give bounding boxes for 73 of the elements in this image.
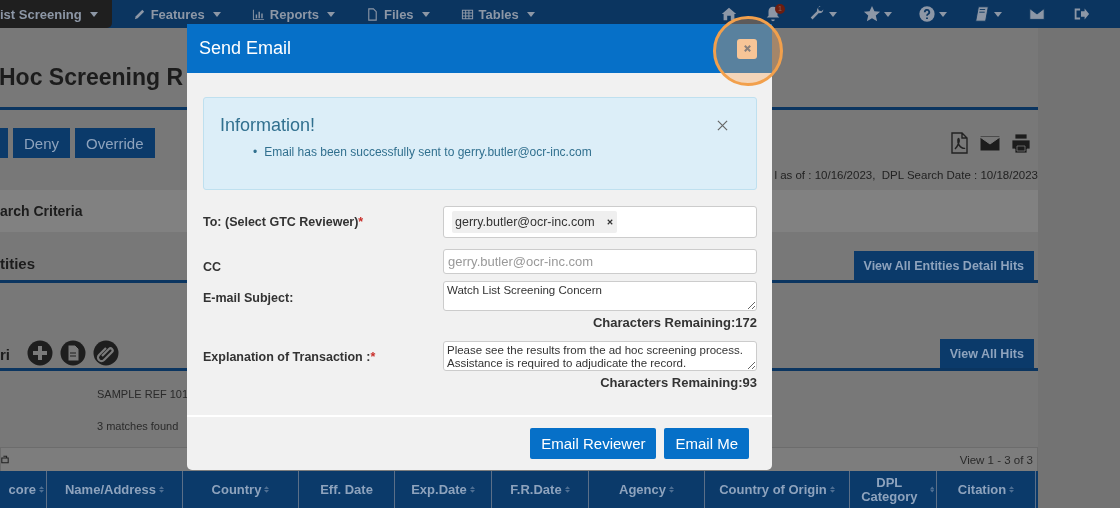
- pdf-icon[interactable]: [948, 132, 970, 154]
- bullet: •: [253, 145, 258, 160]
- file-icon: [365, 7, 379, 21]
- sort-icon[interactable]: [669, 486, 674, 493]
- column-header[interactable]: Country: [183, 471, 299, 508]
- nav-menu[interactable]: Reports: [234, 0, 349, 28]
- column-header[interactable]: core: [0, 471, 47, 508]
- column-header[interactable]: Agency: [589, 471, 705, 508]
- alert-message: Email has been successfully sent to gerry.butler@ocr-inc.com: [264, 145, 592, 160]
- table-tool-icon[interactable]: [1, 455, 9, 464]
- help-icon[interactable]: [918, 5, 947, 23]
- view-all-hits-button[interactable]: View All Hits: [939, 339, 1034, 368]
- section-heading: arch Criteria: [0, 203, 83, 219]
- nav-menu[interactable]: Features: [115, 0, 235, 28]
- close-icon: [742, 44, 752, 53]
- field-label: To: (Select GTC Reviewer): [203, 215, 359, 229]
- star-icon[interactable]: [863, 5, 892, 23]
- print-icon[interactable]: [1010, 132, 1032, 154]
- sort-icon[interactable]: [469, 486, 475, 493]
- required-mark: *: [358, 215, 364, 229]
- sort-icon[interactable]: [829, 486, 835, 493]
- add-icon[interactable]: [27, 340, 53, 366]
- text-area[interactable]: Watch List Screening Concern: [443, 281, 757, 311]
- section-heading: ri: [0, 345, 11, 363]
- home-icon[interactable]: [720, 5, 738, 23]
- table-icon: [460, 7, 474, 21]
- search-dates: l as of : 10/16/2023, DPL Search Date : 10/18/2023: [773, 168, 1038, 182]
- reference-text: SAMPLE REF 101: [96, 387, 190, 401]
- action-button[interactable]: Deny: [13, 128, 71, 158]
- column-header[interactable]: Country of Origin: [705, 471, 850, 508]
- required-mark: *: [370, 350, 376, 366]
- book-icon[interactable]: [973, 5, 1002, 23]
- paperclip-icon[interactable]: [93, 340, 119, 366]
- column-header[interactable]: Exp.Date: [395, 471, 492, 508]
- action-button[interactable]: Override: [75, 128, 155, 158]
- sort-icon[interactable]: [159, 486, 164, 493]
- recipient-chip: gerry.butler@ocr-inc.com: [452, 211, 617, 233]
- column-header[interactable]: Eff. Date: [299, 471, 395, 508]
- characters-remaining: Characters Remaining:172: [593, 315, 757, 330]
- text-area[interactable]: Please see the results from the ad hoc screening process. Assistance is required to adjudicate the record.: [443, 341, 757, 371]
- nav-menu[interactable]: Files: [348, 0, 444, 28]
- field-label: Explanation of Transaction :: [203, 350, 371, 366]
- close-button[interactable]: [737, 38, 757, 59]
- view-detail-hits-button[interactable]: View All Entities Detail Hits: [853, 251, 1034, 280]
- sort-icon[interactable]: [264, 486, 270, 493]
- alert-title: Information!: [220, 115, 316, 136]
- close-icon[interactable]: [717, 120, 728, 131]
- pager-text: View 1 - 3 of 3: [959, 453, 1033, 466]
- pencil-icon: [132, 7, 146, 21]
- email-button[interactable]: Email Me: [664, 428, 749, 459]
- email-button[interactable]: Email Reviewer: [530, 428, 657, 459]
- column-header[interactable]: F.R.Date: [492, 471, 589, 508]
- cc-field[interactable]: gerry.butler@ocr-inc.com: [443, 249, 757, 274]
- page-title: Hoc Screening R: [0, 64, 184, 90]
- sort-icon[interactable]: [564, 486, 570, 493]
- sort-icon[interactable]: [1009, 486, 1015, 493]
- field-label: E-mail Subject:: [203, 291, 294, 307]
- sort-icon[interactable]: [39, 486, 44, 493]
- document-icon[interactable]: [60, 340, 86, 366]
- remove-icon[interactable]: [606, 219, 613, 225]
- recipient-field[interactable]: gerry.butler@ocr-inc.com: [443, 206, 757, 238]
- dialog-title: Send Email: [199, 38, 292, 59]
- nav-menu[interactable]: ist Screening: [0, 0, 112, 28]
- nav-menu[interactable]: Tables: [443, 0, 549, 28]
- field-label: CC: [203, 259, 222, 274]
- sort-icon[interactable]: [929, 486, 934, 493]
- column-header[interactable]: Name/Address: [47, 471, 183, 508]
- bar-chart-icon: [251, 7, 265, 21]
- column-header[interactable]: Citation: [937, 471, 1036, 508]
- matches-text: 3 matches found: [96, 419, 180, 433]
- section-heading: tities: [0, 255, 35, 274]
- column-header[interactable]: DPL Category: [850, 471, 937, 508]
- characters-remaining: Characters Remaining:93: [600, 375, 757, 390]
